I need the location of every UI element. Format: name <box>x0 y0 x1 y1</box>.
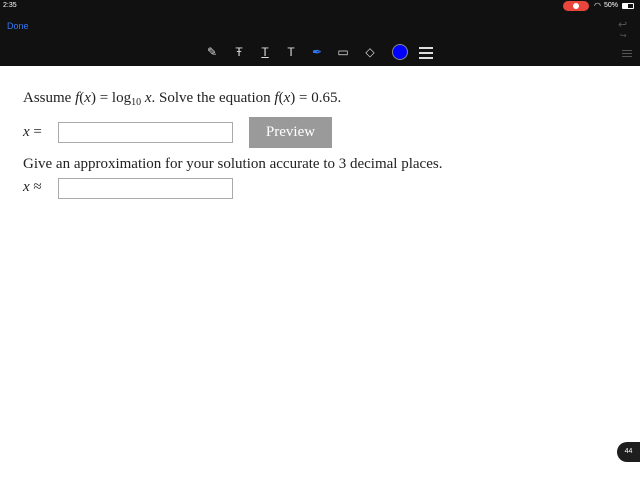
thumbnails-icon[interactable] <box>622 48 632 58</box>
text-icon[interactable]: T <box>283 44 299 60</box>
answer-input[interactable] <box>58 122 233 143</box>
answer-eq: = <box>33 124 42 140</box>
pencil-icon[interactable]: ✎ <box>204 44 220 60</box>
approx-symbol: ≈ <box>33 179 42 195</box>
log-base: 10 <box>131 97 142 108</box>
x-symbol: x <box>84 90 91 106</box>
function-f: f(x) <box>75 90 96 106</box>
color-picker-icon[interactable] <box>393 45 407 59</box>
comment-icon[interactable]: ▭ <box>335 44 351 60</box>
approx-input[interactable] <box>58 178 233 199</box>
equals-sign: = <box>99 90 109 106</box>
log-text: log <box>111 90 132 106</box>
pen-icon[interactable]: ✒ <box>309 44 325 60</box>
approx-instructions: Give an approximation for your solution … <box>23 156 443 172</box>
assume-text: Assume <box>23 90 72 106</box>
problem-statement: Assume f(x) = log10 x. Solve the equatio… <box>23 90 342 108</box>
page-number-badge[interactable]: 44 <box>617 442 640 462</box>
function-f-2: f(x) <box>274 90 296 106</box>
answer-label: x = <box>23 124 42 141</box>
equals-sign-2: = <box>299 90 308 106</box>
approx-label: x ≈ <box>23 179 42 196</box>
x-symbol-2: x <box>144 90 152 106</box>
screen-recording-icon[interactable] <box>563 1 589 11</box>
battery-icon <box>622 3 634 9</box>
target-value: 0.65 <box>311 90 338 106</box>
eraser-icon[interactable]: ◇ <box>362 44 378 60</box>
wifi-icon: ◠ <box>594 1 601 10</box>
app-header: 2:35 ◠ 50% Done ↩ ↪ ✎ Ŧ T T ✒ ▭ ◇ <box>0 0 640 66</box>
battery-percent: 50% <box>604 2 619 9</box>
text-underline-icon[interactable]: T <box>257 44 273 60</box>
done-button[interactable]: Done <box>7 21 29 31</box>
answer-x: x <box>23 124 30 140</box>
redo-icon[interactable]: ↪ <box>620 31 627 40</box>
text-strike-icon[interactable]: Ŧ <box>231 44 247 60</box>
undo-icon[interactable]: ↩ <box>618 18 627 31</box>
status-time: 2:35 <box>3 2 17 9</box>
solve-text: . Solve the equation <box>151 90 271 106</box>
line-width-icon[interactable] <box>419 47 433 59</box>
preview-button[interactable]: Preview <box>249 117 332 148</box>
status-bar: 2:35 ◠ 50% <box>0 0 640 12</box>
approx-x: x <box>23 179 30 195</box>
